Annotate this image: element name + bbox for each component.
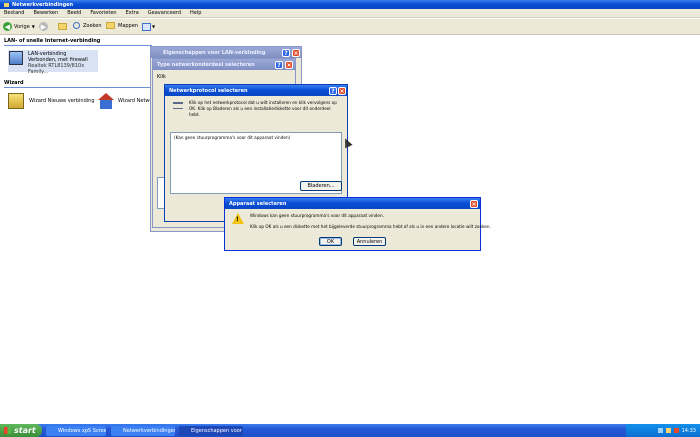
toolbar: ◀ Vorige ▼ ▶ Zoeken Mappen ▼ (0, 19, 700, 35)
folders-label: Mappen (118, 22, 138, 29)
menu-tools[interactable]: Extra (126, 10, 139, 16)
taskbar-item-label: Windows xp5 Screensh... (58, 428, 106, 434)
taskbar: start Windows xp5 Screensh... Netwerkver… (0, 424, 700, 437)
lan-connection-item[interactable]: LAN-verbinding Verbonden, met firewall R… (8, 50, 98, 75)
cancel-label: Annuleren (356, 238, 383, 245)
close-icon[interactable]: × (285, 61, 293, 69)
menu-view[interactable]: Beeld (67, 10, 81, 16)
menu-favorites[interactable]: Favorieten (90, 10, 116, 16)
menu-edit[interactable]: Bewerken (33, 10, 58, 16)
taskbar-item-label: Netwerkverbindingen (123, 428, 175, 434)
close-icon[interactable]: × (338, 87, 346, 95)
search-label: Zoeken (83, 22, 102, 29)
ok-label: OK (326, 238, 335, 245)
ok-button[interactable]: OK (319, 237, 342, 246)
folder-up-icon[interactable] (58, 23, 67, 30)
help-icon[interactable]: ? (282, 49, 290, 57)
clock: 14:33 (681, 427, 696, 434)
section-lan-header: LAN- of snelle Internet-verbinding (4, 38, 152, 46)
folders-button[interactable]: Mappen (106, 22, 138, 29)
taskbar-item-network[interactable]: Netwerkverbindingen (111, 426, 175, 436)
chevron-down-icon[interactable]: ▼ (152, 24, 155, 29)
section-lan-label: LAN- of snelle Internet-verbinding (4, 38, 101, 44)
select-device-title-bar[interactable]: Apparaat selecteren × (225, 198, 480, 209)
system-tray: 14:33 (626, 424, 700, 437)
tray-icon[interactable] (665, 428, 671, 433)
section-wizard-header: Wizard (4, 80, 152, 88)
alert-line1: Windows kan geen stuurprogramma's voor d… (250, 213, 384, 218)
browse-button[interactable]: Bladeren... (300, 181, 342, 191)
select-device-title: Apparaat selecteren (229, 200, 287, 207)
protocol-instructions: Klik op het netwerkprotocol dat u wilt i… (189, 100, 337, 117)
lan-properties-title-bar[interactable]: Eigenschappen voor LAN-verbinding ? × (151, 47, 301, 58)
taskbar-item-label: Eigenschappen voor ... (191, 428, 243, 434)
component-type-title: Type netwerkonderdeel selecteren (157, 61, 255, 68)
explorer-title-bar[interactable]: Netwerkverbindingen (0, 0, 700, 9)
wizard-icon (8, 93, 24, 109)
tray-icon[interactable] (673, 428, 679, 433)
network-connection-icon (9, 51, 23, 65)
alert-line2: Klik op OK als u een diskette met het bi… (250, 224, 491, 229)
folders-icon (106, 22, 115, 29)
back-button[interactable]: ◀ Vorige ▼ (3, 22, 35, 31)
component-type-text: Klik op het netwerkonderdeel dat u wilt … (157, 74, 167, 80)
taskbar-item-screenshot[interactable]: Windows xp5 Screensh... (46, 426, 106, 436)
views-icon[interactable] (142, 23, 151, 31)
browse-label: Bladeren... (307, 183, 335, 189)
chevron-down-icon: ▼ (31, 24, 35, 29)
close-icon[interactable]: × (470, 200, 478, 208)
windows-logo-icon (4, 427, 11, 434)
start-label: start (14, 426, 36, 435)
folder-icon (4, 2, 9, 7)
start-button[interactable]: start (0, 424, 42, 437)
menu-advanced[interactable]: Geavanceerd (148, 10, 181, 16)
help-icon[interactable]: ? (329, 87, 337, 95)
taskbar-item-properties[interactable]: Eigenschappen voor ... (179, 426, 243, 436)
menu-help[interactable]: Help (190, 10, 201, 16)
menu-file[interactable]: Bestand (4, 10, 24, 16)
lan-properties-title: Eigenschappen voor LAN-verbinding (163, 49, 266, 56)
network-protocol-title: Netwerkprotocol selecteren (169, 87, 248, 94)
search-icon (73, 22, 80, 29)
wizard-new-label: Wizard Nieuwe verbinding (29, 98, 95, 104)
back-arrow-icon: ◀ (3, 22, 12, 31)
warning-exclamation: ! (236, 216, 239, 223)
home-network-icon (98, 93, 114, 109)
back-label: Vorige (14, 23, 30, 30)
protocol-list-empty-text: (Kan geen stuurprogramma's voor dit appa… (174, 135, 291, 140)
cancel-button[interactable]: Annuleren (353, 237, 386, 246)
section-wizard-label: Wizard (4, 80, 24, 86)
search-button[interactable]: Zoeken (73, 22, 102, 29)
help-icon[interactable]: ? (275, 61, 283, 69)
tray-icon[interactable] (657, 428, 663, 433)
explorer-title: Netwerkverbindingen (12, 1, 74, 8)
close-icon[interactable]: × (292, 49, 300, 57)
wizard-network[interactable]: Wizard Netwer (98, 93, 155, 109)
forward-arrow-icon[interactable]: ▶ (39, 22, 48, 31)
menu-bar: Bestand Bewerken Beeld Favorieten Extra … (0, 9, 700, 18)
network-protocol-title-bar[interactable]: Netwerkprotocol selecteren ? × (165, 85, 347, 96)
lan-line3: Realtek RTL8139/810x Family... (28, 63, 85, 75)
component-type-title-bar[interactable]: Type netwerkonderdeel selecteren ? × (153, 59, 295, 70)
wizard-new-connection[interactable]: Wizard Nieuwe verbinding (8, 93, 95, 109)
network-cable-icon (173, 102, 183, 109)
select-device-dialog: Apparaat selecteren × ! Windows kan geen… (224, 197, 491, 251)
